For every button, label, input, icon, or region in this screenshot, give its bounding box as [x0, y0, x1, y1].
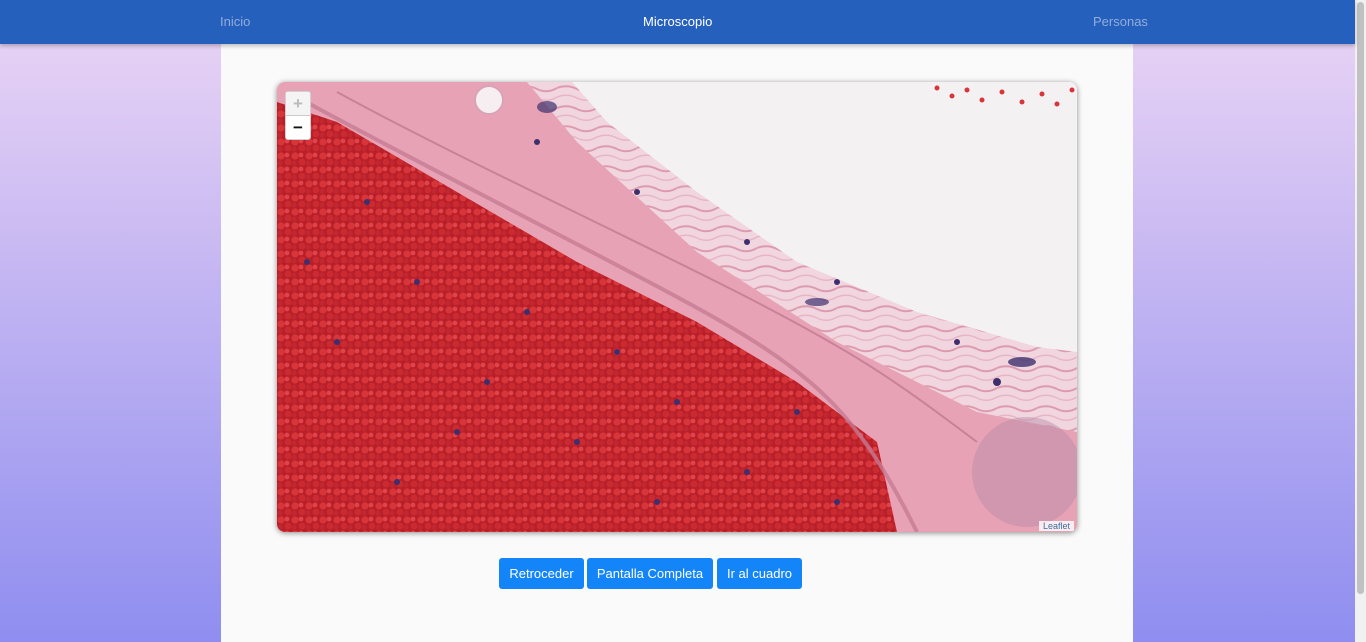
nav-link-inicio[interactable]: Inicio: [220, 14, 250, 29]
main-content: + − Leaflet Retroceder Pantalla Completa…: [221, 44, 1133, 642]
nav-link-microscopio[interactable]: Microscopio: [643, 14, 712, 29]
goto-frame-button[interactable]: Ir al cuadro: [717, 558, 802, 589]
zoom-out-button[interactable]: −: [286, 115, 310, 139]
nav-link-personas[interactable]: Personas: [1093, 14, 1148, 29]
fullscreen-button[interactable]: Pantalla Completa: [587, 558, 713, 589]
top-navbar: Inicio Microscopio Personas: [0, 0, 1355, 44]
tissue-slide-image: [277, 82, 1077, 532]
vertical-scrollbar[interactable]: [1355, 0, 1366, 642]
attribution-link[interactable]: Leaflet: [1038, 521, 1074, 531]
back-button[interactable]: Retroceder: [499, 558, 584, 589]
zoom-in-button[interactable]: +: [286, 92, 310, 115]
microscope-viewer[interactable]: + − Leaflet: [277, 82, 1077, 532]
zoom-control: + −: [285, 91, 311, 140]
scrollbar-thumb[interactable]: [1357, 2, 1364, 594]
